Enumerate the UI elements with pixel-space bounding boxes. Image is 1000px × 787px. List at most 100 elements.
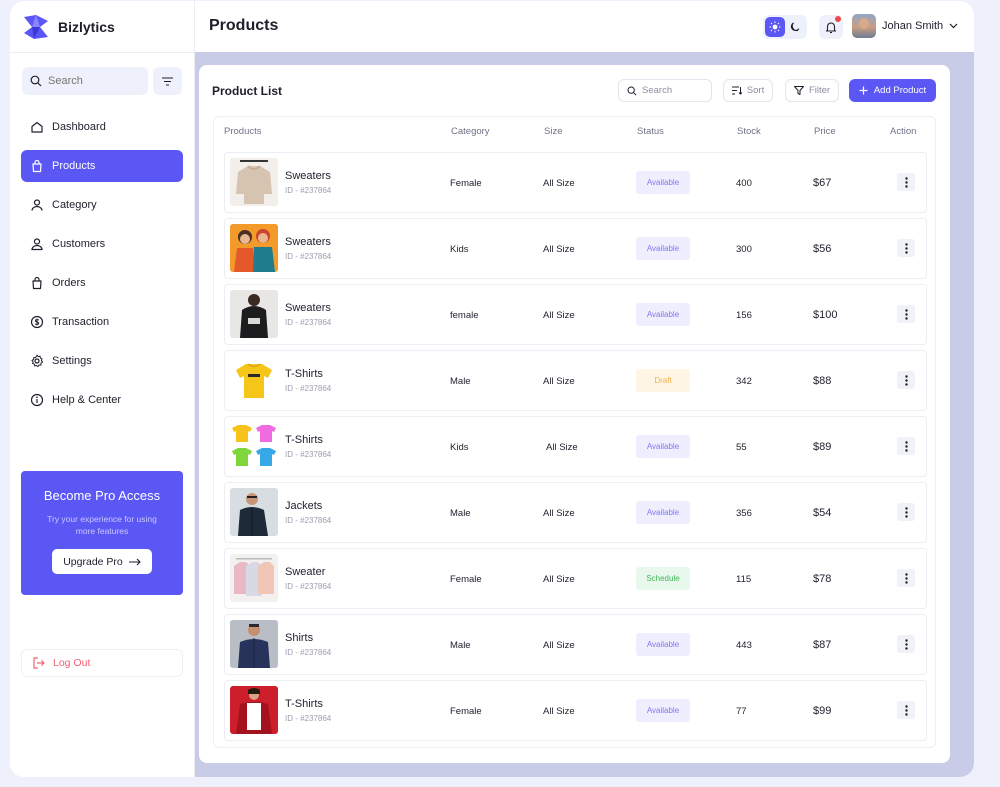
product-thumbnail: [230, 488, 278, 536]
pro-promo-card: Become Pro Access Try your experience fo…: [21, 471, 183, 595]
sidebar-item-dashboard[interactable]: Dashboard: [21, 111, 183, 143]
table-row[interactable]: Sweaters ID - #237864 Kids All Size Avai…: [224, 218, 927, 279]
more-actions-button[interactable]: [897, 173, 915, 191]
logout-label: Log Out: [53, 657, 91, 669]
more-actions-button[interactable]: [897, 503, 915, 521]
product-size: All Size: [543, 574, 575, 585]
product-stock: 342: [736, 376, 752, 387]
product-stock: 77: [736, 706, 747, 717]
sidebar-search[interactable]: [22, 67, 148, 95]
table-row[interactable]: T-Shirts ID - #237864 Male All Size Draf…: [224, 350, 927, 411]
sidebar-item-label: Customers: [52, 238, 106, 250]
promo-subtitle: Try your experience for using more featu…: [47, 514, 157, 536]
upgrade-pro-button[interactable]: Upgrade Pro: [52, 549, 152, 574]
sidebar-filter-button[interactable]: [153, 67, 182, 95]
table-row[interactable]: T-Shirts ID - #237864 Kids All Size Avai…: [224, 416, 927, 477]
more-actions-button[interactable]: [897, 371, 915, 389]
sidebar-item-transaction[interactable]: Transaction: [21, 306, 183, 338]
status-badge: Available: [636, 303, 690, 326]
add-product-button[interactable]: Add Product: [849, 79, 936, 102]
more-actions-button[interactable]: [897, 569, 915, 587]
more-actions-button[interactable]: [897, 437, 915, 455]
product-name: Shirts: [285, 632, 314, 644]
status-badge: Available: [636, 633, 690, 656]
status-badge: Schedule: [636, 567, 690, 590]
more-vertical-icon: [904, 374, 908, 386]
product-id: ID - #237864: [285, 516, 332, 525]
divider: [10, 52, 195, 53]
table-row[interactable]: Sweaters ID - #237864 female All Size Av…: [224, 284, 927, 345]
bag-icon: [32, 276, 42, 290]
sidebar-item-label: Dashboard: [52, 121, 106, 133]
sort-icon: [731, 86, 742, 95]
product-size: All Size: [543, 244, 575, 255]
sun-icon[interactable]: [765, 17, 785, 37]
notification-button[interactable]: [819, 15, 843, 39]
product-price: $78: [813, 573, 832, 585]
product-category: Kids: [450, 244, 469, 255]
product-thumbnail: [230, 224, 278, 272]
more-vertical-icon: [904, 176, 908, 188]
product-id: ID - #237864: [285, 582, 332, 591]
sidebar-item-label: Transaction: [52, 316, 110, 328]
user-icon: [31, 199, 43, 211]
product-id: ID - #237864: [285, 648, 332, 657]
more-vertical-icon: [904, 704, 908, 716]
product-name: Sweaters: [285, 302, 331, 314]
product-name: Sweaters: [285, 236, 331, 248]
table-row[interactable]: Shirts ID - #237864 Male All Size Availa…: [224, 614, 927, 675]
sidebar-item-products[interactable]: Products: [21, 150, 183, 182]
table-row[interactable]: Sweater ID - #237864 Female All Size Sch…: [224, 548, 927, 609]
search-icon: [627, 86, 637, 96]
col-header-status: Status: [637, 126, 664, 137]
sidebar-item-help[interactable]: Help & Center: [21, 384, 183, 416]
sidebar-item-orders[interactable]: Orders: [21, 267, 183, 299]
sort-button[interactable]: Sort: [723, 79, 773, 102]
logout-button[interactable]: Log Out: [21, 649, 183, 677]
status-badge: Draft: [636, 369, 690, 392]
home-icon: [31, 121, 43, 133]
product-id: ID - #237864: [285, 384, 332, 393]
search-icon: [30, 75, 42, 87]
product-stock: 55: [736, 442, 747, 453]
user-menu[interactable]: Johan Smith: [852, 14, 958, 38]
product-size: All Size: [543, 310, 575, 321]
product-id: ID - #237864: [285, 450, 332, 459]
more-vertical-icon: [904, 440, 908, 452]
table-row[interactable]: T-Shirts ID - #237864 Female All Size Av…: [224, 680, 927, 741]
product-size: All Size: [543, 706, 575, 717]
more-vertical-icon: [904, 308, 908, 320]
product-search[interactable]: Search: [618, 79, 712, 102]
product-thumbnail: [230, 554, 278, 602]
sidebar-nav: Dashboard Products Category Customers Or…: [21, 111, 183, 423]
more-vertical-icon: [904, 242, 908, 254]
moon-icon[interactable]: [789, 21, 801, 33]
funnel-icon: [793, 86, 804, 95]
filter-label: Filter: [808, 85, 831, 96]
product-size: All Size: [543, 178, 575, 189]
sidebar-item-settings[interactable]: Settings: [21, 345, 183, 377]
sidebar-item-category[interactable]: Category: [21, 189, 183, 221]
promo-title: Become Pro Access: [43, 488, 161, 503]
table-row[interactable]: Jackets ID - #237864 Male All Size Avail…: [224, 482, 927, 543]
gear-icon: [31, 354, 44, 368]
product-name: Sweater: [285, 566, 326, 578]
table-row[interactable]: Sweaters ID - #237864 Female All Size Av…: [224, 152, 927, 213]
more-actions-button[interactable]: [897, 305, 915, 323]
theme-toggle[interactable]: [763, 15, 807, 39]
sidebar-search-input[interactable]: [48, 75, 138, 87]
more-vertical-icon: [904, 638, 908, 650]
more-actions-button[interactable]: [897, 635, 915, 653]
sidebar-item-customers[interactable]: Customers: [21, 228, 183, 260]
product-name: T-Shirts: [285, 698, 323, 710]
filter-button[interactable]: Filter: [785, 79, 839, 102]
more-actions-button[interactable]: [897, 239, 915, 257]
brand[interactable]: Bizlytics: [20, 11, 115, 43]
more-vertical-icon: [904, 572, 908, 584]
more-actions-button[interactable]: [897, 701, 915, 719]
product-size: All Size: [546, 442, 578, 453]
status-badge: Available: [636, 171, 690, 194]
plus-icon: [859, 86, 868, 95]
product-size: All Size: [543, 640, 575, 651]
add-product-label: Add Product: [873, 85, 927, 96]
